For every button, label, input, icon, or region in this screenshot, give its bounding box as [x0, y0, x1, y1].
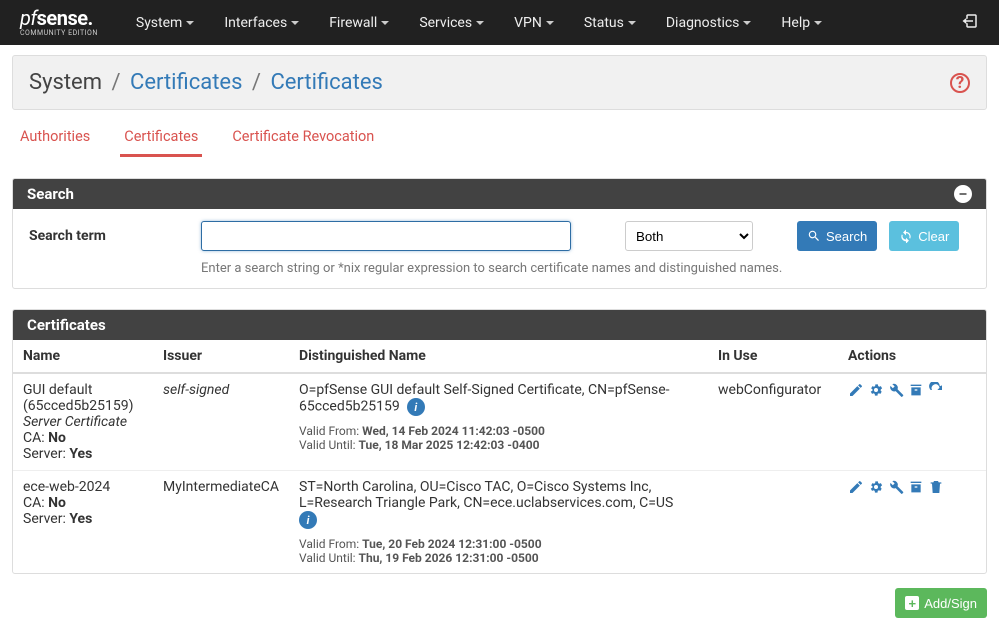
cell-in-use: webConfigurator [708, 373, 838, 471]
breadcrumb-certificates-parent[interactable]: Certificates [130, 70, 242, 95]
nav-menu: System Interfaces Firewall Services VPN Statu… [136, 15, 822, 31]
pencil-icon[interactable] [848, 479, 864, 495]
archive-icon[interactable] [908, 382, 924, 398]
brand-logo[interactable]: pfsense. COMMUNITY EDITION [20, 8, 98, 37]
cell-distinguished-name: O=pfSense GUI default Self-Signed Certif… [289, 373, 708, 471]
info-icon[interactable]: i [407, 398, 425, 416]
logout-icon[interactable] [961, 12, 979, 34]
nav-status[interactable]: Status [584, 15, 636, 31]
breadcrumb-certificates[interactable]: Certificates [270, 70, 382, 95]
caret-icon [743, 21, 751, 25]
table-row: GUI default (65cced5b25159)Server Certif… [13, 373, 986, 471]
column-distinguished-name: Distinguished Name [289, 340, 708, 373]
column-in-use: In Use [708, 340, 838, 373]
clear-button[interactable]: Clear [889, 221, 959, 251]
refresh-icon[interactable] [928, 382, 944, 398]
brand-pf: pf [20, 6, 37, 30]
certificates-panel: Certificates NameIssuerDistinguished Nam… [12, 309, 987, 574]
cell-distinguished-name: ST=North Carolina, OU=Cisco TAC, O=Cisco… [289, 471, 708, 574]
cell-issuer: self-signed [153, 373, 289, 471]
tab-authorities[interactable]: Authorities [16, 122, 94, 157]
cell-in-use [708, 471, 838, 574]
trash-icon[interactable] [928, 479, 944, 495]
nav-firewall[interactable]: Firewall [329, 15, 389, 31]
navbar-left: pfsense. COMMUNITY EDITION System Interfa… [20, 8, 822, 37]
nav-help[interactable]: Help [781, 15, 822, 31]
tab-certificate-revocation[interactable]: Certificate Revocation [228, 122, 378, 157]
clear-button-label: Clear [918, 229, 949, 244]
pencil-icon[interactable] [848, 382, 864, 398]
cell-issuer: MyIntermediateCA [153, 471, 289, 574]
add-sign-button[interactable]: + Add/Sign [895, 588, 987, 618]
nav-diagnostics[interactable]: Diagnostics [666, 15, 752, 31]
tabs: Authorities Certificates Certificate Revoc… [12, 110, 987, 158]
brand-sense: sense [37, 6, 88, 30]
column-name: Name [13, 340, 153, 373]
search-input[interactable] [201, 221, 571, 251]
caret-icon [476, 21, 484, 25]
certificates-table: NameIssuerDistinguished NameIn UseAction… [13, 340, 986, 573]
caret-icon [546, 21, 554, 25]
search-type-select[interactable]: Both [625, 221, 753, 251]
certificates-panel-heading: Certificates [13, 310, 986, 340]
nav-interfaces[interactable]: Interfaces [224, 15, 299, 31]
wrench-icon[interactable] [888, 479, 904, 495]
caret-icon [291, 21, 299, 25]
help-icon[interactable]: ? [950, 73, 970, 93]
table-row: ece-web-2024CA: NoServer: YesMyIntermedi… [13, 471, 986, 574]
nav-system[interactable]: System [136, 15, 194, 31]
archive-icon[interactable] [908, 479, 924, 495]
cell-actions [838, 373, 986, 471]
column-issuer: Issuer [153, 340, 289, 373]
info-icon[interactable]: i [299, 511, 317, 529]
cell-actions [838, 471, 986, 574]
search-panel-body: Search term Both Search Clear Enter a se… [13, 209, 986, 288]
breadcrumb-system[interactable]: System [29, 70, 102, 95]
caret-icon [186, 21, 194, 25]
search-button-label: Search [826, 229, 867, 244]
gear-icon[interactable] [868, 382, 884, 398]
add-sign-label: Add/Sign [924, 596, 977, 611]
breadcrumb: System / Certificates / Certificates [29, 70, 383, 95]
nav-services[interactable]: Services [419, 15, 484, 31]
tab-certificates[interactable]: Certificates [120, 122, 202, 157]
plus-icon: + [905, 596, 919, 610]
search-panel-title: Search [27, 185, 74, 203]
top-navbar: pfsense. COMMUNITY EDITION System Interfa… [0, 0, 999, 45]
cell-name: ece-web-2024CA: NoServer: Yes [13, 471, 153, 574]
brand-dot: . [88, 6, 93, 30]
wrench-icon[interactable] [888, 382, 904, 398]
page-header: System / Certificates / Certificates ? [12, 55, 987, 110]
column-actions: Actions [838, 340, 986, 373]
collapse-icon[interactable] [954, 185, 972, 203]
search-help-text: Enter a search string or *nix regular ex… [201, 261, 970, 276]
caret-icon [628, 21, 636, 25]
certificates-panel-title: Certificates [27, 316, 106, 334]
search-panel-heading: Search [13, 179, 986, 209]
brand-subtitle: COMMUNITY EDITION [20, 30, 98, 37]
gear-icon[interactable] [868, 479, 884, 495]
nav-vpn[interactable]: VPN [514, 15, 554, 31]
search-button[interactable]: Search [797, 221, 877, 251]
cell-name: GUI default (65cced5b25159)Server Certif… [13, 373, 153, 471]
search-label: Search term [29, 228, 189, 244]
search-panel: Search Search term Both Search [12, 178, 987, 289]
caret-icon [814, 21, 822, 25]
caret-icon [381, 21, 389, 25]
